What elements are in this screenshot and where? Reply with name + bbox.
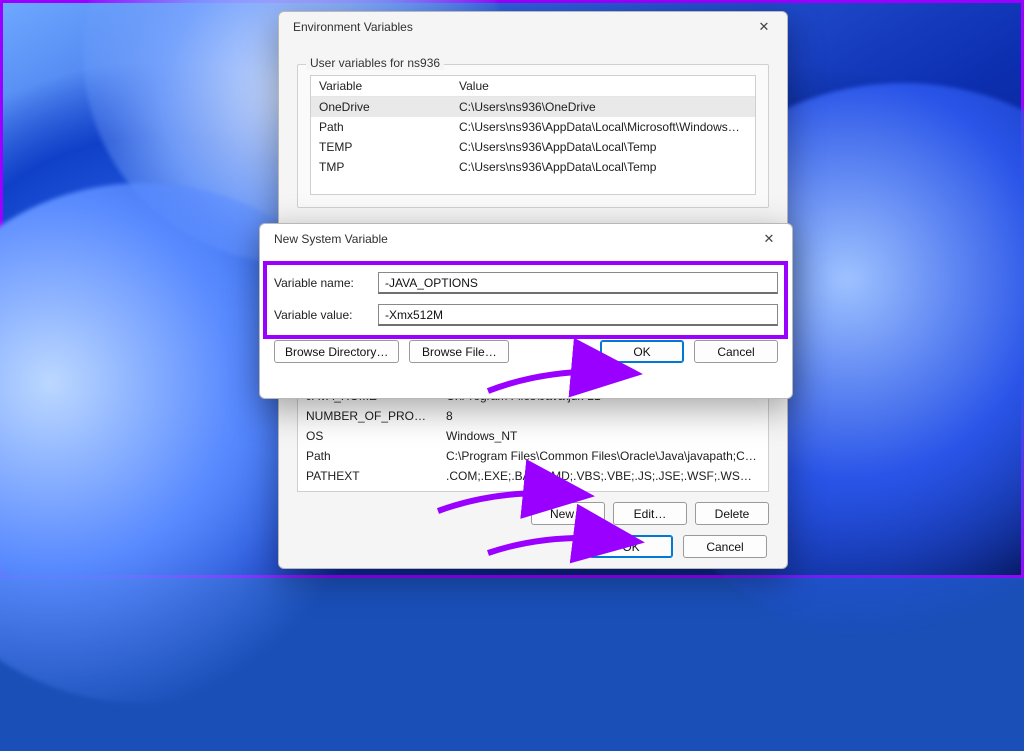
system-var-buttons: New… Edit… Delete bbox=[297, 502, 769, 525]
user-variables-legend: User variables for ns936 bbox=[306, 56, 444, 70]
col-header-variable[interactable]: Variable bbox=[311, 76, 451, 96]
close-icon[interactable]: ✕ bbox=[749, 15, 779, 39]
system-variables-table[interactable]: JAVA_HOME C:\Program Files\Java\jdk-21 N… bbox=[297, 386, 769, 492]
table-header: Variable Value bbox=[311, 76, 755, 97]
table-row[interactable]: Path C:\Users\ns936\AppData\Local\Micros… bbox=[311, 117, 755, 137]
table-row[interactable]: NUMBER_OF_PROCESSORS 8 bbox=[298, 406, 768, 426]
browse-file-button[interactable]: Browse File… bbox=[409, 340, 509, 363]
new-system-variable-dialog: New System Variable ✕ Variable name: Var… bbox=[259, 223, 793, 399]
table-row[interactable]: PATHEXT .COM;.EXE;.BAT;.CMD;.VBS;.VBE;.J… bbox=[298, 466, 768, 486]
col-header-value[interactable]: Value bbox=[451, 76, 755, 96]
close-icon[interactable]: ✕ bbox=[754, 227, 784, 251]
table-row[interactable]: OS Windows_NT bbox=[298, 426, 768, 446]
cancel-button[interactable]: Cancel bbox=[683, 535, 767, 558]
variable-name-input[interactable] bbox=[378, 272, 778, 294]
env-footer-buttons: OK Cancel bbox=[279, 535, 787, 558]
browse-directory-button[interactable]: Browse Directory… bbox=[274, 340, 399, 363]
table-row[interactable]: PROCESSOR_ARCHITECTU… AMD64 bbox=[298, 486, 768, 492]
env-title: Environment Variables bbox=[293, 20, 413, 34]
delete-button[interactable]: Delete bbox=[695, 502, 769, 525]
newvar-titlebar: New System Variable ✕ bbox=[260, 224, 792, 254]
user-variables-table[interactable]: Variable Value OneDrive C:\Users\ns936\O… bbox=[310, 75, 756, 195]
ok-button[interactable]: OK bbox=[589, 535, 673, 558]
ok-button[interactable]: OK bbox=[600, 340, 684, 363]
user-variables-group: User variables for ns936 Variable Value … bbox=[297, 64, 769, 208]
variable-value-input[interactable] bbox=[378, 304, 778, 326]
variable-name-label: Variable name: bbox=[274, 276, 366, 290]
variable-value-label: Variable value: bbox=[274, 308, 366, 322]
env-titlebar: Environment Variables ✕ bbox=[279, 12, 787, 42]
table-row[interactable]: TMP C:\Users\ns936\AppData\Local\Temp bbox=[311, 157, 755, 177]
table-row[interactable]: OneDrive C:\Users\ns936\OneDrive bbox=[311, 97, 755, 117]
cancel-button[interactable]: Cancel bbox=[694, 340, 778, 363]
newvar-title: New System Variable bbox=[274, 232, 388, 246]
table-row[interactable]: Path C:\Program Files\Common Files\Oracl… bbox=[298, 446, 768, 466]
edit-button[interactable]: Edit… bbox=[613, 502, 687, 525]
table-row[interactable]: TEMP C:\Users\ns936\AppData\Local\Temp bbox=[311, 137, 755, 157]
new-button[interactable]: New… bbox=[531, 502, 605, 525]
